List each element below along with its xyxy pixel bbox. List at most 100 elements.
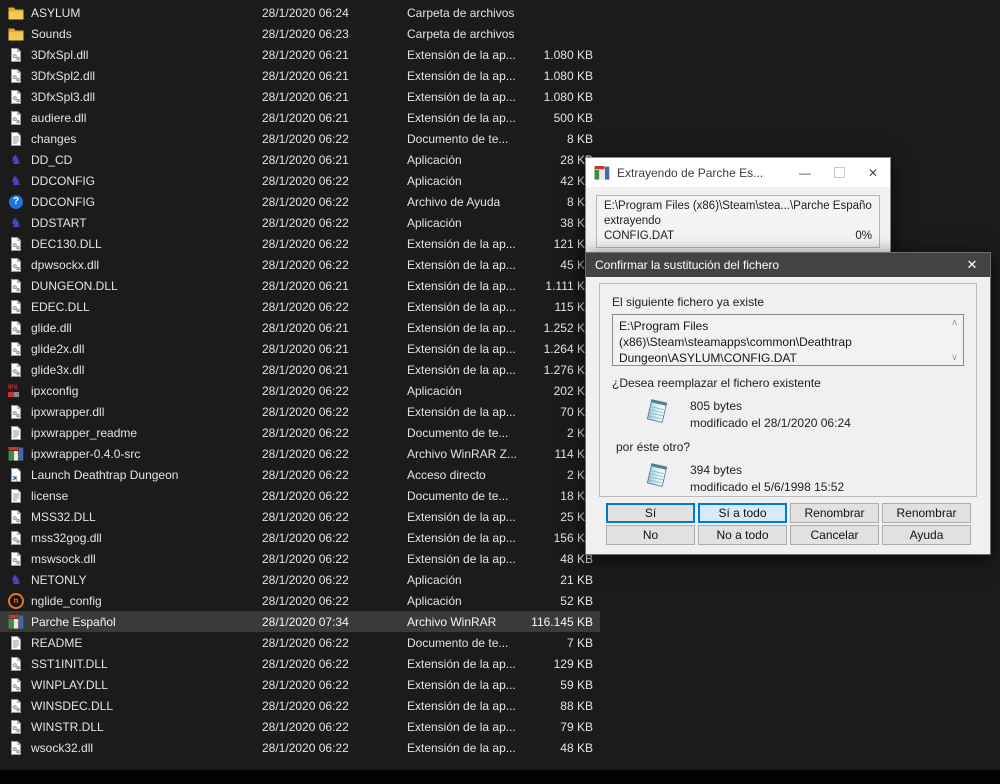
file-row[interactable]: mswsock.dll 28/1/2020 06:22 Extensión de l… (0, 548, 600, 569)
confirm-dialog-body: El siguiente fichero ya existe E:\Progra… (586, 277, 990, 554)
file-name-cell: Launch Deathtrap Dungeon (0, 467, 262, 483)
existing-file-modified: modificado el 28/1/2020 06:24 (690, 416, 851, 430)
file-name-cell: WINSTR.DLL (0, 719, 262, 735)
file-date: 28/1/2020 06:21 (262, 320, 349, 335)
dll-file-icon (8, 110, 24, 126)
file-row[interactable]: 3DfxSpl2.dll 28/1/2020 06:21 Extensión de … (0, 65, 600, 86)
dll-file-icon (8, 236, 24, 252)
scroll-down-icon[interactable]: ∨ (951, 353, 958, 362)
file-row[interactable]: WINPLAY.DLL 28/1/2020 06:22 Extensión de l… (0, 674, 600, 695)
file-size: 28 KB (560, 152, 593, 167)
dll-file-icon (8, 278, 24, 294)
path-scrollbar[interactable]: ∧ ∨ (946, 315, 963, 365)
winrar-titlebar[interactable]: Extrayendo de Parche Es... — ✕ (586, 158, 890, 187)
help-button[interactable]: Ayuda (882, 525, 971, 545)
file-name: NETONLY (31, 572, 87, 587)
file-row[interactable]: MSS32.DLL 28/1/2020 06:22 Extensión de la … (0, 506, 600, 527)
file-row[interactable]: Launch Deathtrap Dungeon 28/1/2020 06:22 A… (0, 464, 600, 485)
notepad-file-icon (642, 461, 672, 494)
file-date: 28/1/2020 06:22 (262, 425, 349, 440)
file-row[interactable]: audiere.dll 28/1/2020 06:21 Extensión de l… (0, 107, 600, 128)
file-name-cell: ♞ DDSTART (0, 215, 262, 231)
file-name: mswsock.dll (31, 551, 96, 566)
close-icon[interactable]: ✕ (954, 253, 990, 277)
file-type: Extensión de la ap... (407, 719, 516, 734)
file-name: WINSDEC.DLL (31, 698, 114, 713)
file-type: Aplicación (407, 152, 462, 167)
dll-file-icon (8, 257, 24, 273)
yes-to-all-button[interactable]: Sí a todo (698, 503, 787, 523)
file-row[interactable]: ASYLUM 28/1/2020 06:24 Carpeta de archivos (0, 2, 600, 23)
file-row[interactable]: ♞ DDSTART 28/1/2020 06:22 Aplicación 38 KB (0, 212, 600, 233)
file-date: 28/1/2020 06:21 (262, 341, 349, 356)
file-row[interactable]: glide3x.dll 28/1/2020 06:21 Extensión de l… (0, 359, 600, 380)
file-date: 28/1/2020 06:22 (262, 173, 349, 188)
file-row[interactable]: SST1INIT.DLL 28/1/2020 06:22 Extensión de … (0, 653, 600, 674)
file-type: Aplicación (407, 383, 462, 398)
rename-button[interactable]: Renombrar (790, 503, 879, 523)
no-button[interactable]: No (606, 525, 695, 545)
file-row[interactable]: Sounds 28/1/2020 06:23 Carpeta de archivos (0, 23, 600, 44)
textdoc-file-icon (8, 131, 24, 147)
rename-all-button[interactable]: Renombrar todos (882, 503, 971, 538)
file-row[interactable]: n nglide_config 28/1/2020 06:22 Aplicación 5… (0, 590, 600, 611)
file-name-cell: DEC130.DLL (0, 236, 262, 252)
file-row[interactable]: DEC130.DLL 28/1/2020 06:22 Extensión de la… (0, 233, 600, 254)
file-row[interactable]: ? DDCONFIG 28/1/2020 06:22 Archivo de Ayuda… (0, 191, 600, 212)
file-name: DD_CD (31, 152, 73, 167)
file-name-cell: wsock32.dll (0, 740, 262, 756)
file-row[interactable]: ♞ DDCONFIG 28/1/2020 06:22 Aplicación 42 KB (0, 170, 600, 191)
close-icon[interactable]: ✕ (856, 158, 890, 187)
file-row[interactable]: ♞ NETONLY 28/1/2020 06:22 Aplicación 21 KB (0, 569, 600, 590)
dll-file-icon (8, 320, 24, 336)
file-row[interactable]: changes 28/1/2020 06:22 Documento de te...… (0, 128, 600, 149)
file-row[interactable]: license 28/1/2020 06:22 Documento de te...… (0, 485, 600, 506)
file-row[interactable]: ipxwrapper-0.4.0-src 28/1/2020 06:22 Archi… (0, 443, 600, 464)
confirm-titlebar[interactable]: Confirmar la sustitución del fichero ✕ (586, 253, 990, 277)
file-row[interactable]: ipxwrapper_readme 28/1/2020 06:22 Document… (0, 422, 600, 443)
file-type: Documento de te... (407, 131, 509, 146)
existing-path-box[interactable]: E:\Program Files (x86)\Steam\steamapps\c… (612, 314, 964, 366)
file-row[interactable]: glide.dll 28/1/2020 06:21 Extensión de la … (0, 317, 600, 338)
file-name: ipxwrapper-0.4.0-src (31, 446, 141, 461)
file-row[interactable]: Parche Español 28/1/2020 07:34 Archivo Win… (0, 611, 600, 632)
file-row[interactable]: WINSTR.DLL 28/1/2020 06:22 Extensión de la… (0, 716, 600, 737)
file-size: 115 KB (554, 299, 593, 314)
extraction-percent: 0% (855, 230, 872, 242)
yes-button[interactable]: Sí (606, 503, 695, 523)
dll-file-icon (8, 677, 24, 693)
file-row[interactable]: 3DfxSpl.dll 28/1/2020 06:21 Extensión de l… (0, 44, 600, 65)
file-date: 28/1/2020 06:22 (262, 572, 349, 587)
file-row[interactable]: WINSDEC.DLL 28/1/2020 06:22 Extensión de l… (0, 695, 600, 716)
file-list: ASYLUM 28/1/2020 06:24 Carpeta de archivos… (0, 2, 600, 758)
file-row[interactable]: 3DfxSpl3.dll 28/1/2020 06:21 Extensión de … (0, 86, 600, 107)
file-row[interactable]: ♞ DD_CD 28/1/2020 06:21 Aplicación 28 KB (0, 149, 600, 170)
file-name-cell: MSS32.DLL (0, 509, 262, 525)
file-size: 1.080 KB (543, 89, 593, 104)
file-date: 28/1/2020 06:22 (262, 698, 349, 713)
no-to-all-button[interactable]: No a todo (698, 525, 787, 545)
file-row[interactable]: IPX ipxconfig 28/1/2020 06:22 Aplicación 202… (0, 380, 600, 401)
scroll-up-icon[interactable]: ∧ (951, 318, 958, 327)
file-type: Extensión de la ap... (407, 677, 516, 692)
file-row[interactable]: README 28/1/2020 06:22 Documento de te... 7… (0, 632, 600, 653)
file-date: 28/1/2020 06:21 (262, 278, 349, 293)
file-type: Extensión de la ap... (407, 509, 516, 524)
file-name-cell: WINPLAY.DLL (0, 677, 262, 693)
file-row[interactable]: dpwsockx.dll 28/1/2020 06:22 Extensión de … (0, 254, 600, 275)
textdoc-file-icon (8, 635, 24, 651)
file-type: Documento de te... (407, 488, 509, 503)
file-row[interactable]: glide2x.dll 28/1/2020 06:21 Extensión de l… (0, 338, 600, 359)
file-row[interactable]: ipxwrapper.dll 28/1/2020 06:22 Extensión d… (0, 401, 600, 422)
file-size: 79 KB (560, 719, 593, 734)
file-row[interactable]: wsock32.dll 28/1/2020 06:22 Extensión de l… (0, 737, 600, 758)
explorer-window: ASYLUM 28/1/2020 06:24 Carpeta de archivos… (0, 0, 1000, 784)
file-date: 28/1/2020 06:22 (262, 467, 349, 482)
file-row[interactable]: EDEC.DLL 28/1/2020 06:22 Extensión de la a… (0, 296, 600, 317)
file-date: 28/1/2020 06:21 (262, 89, 349, 104)
minimize-icon[interactable]: — (788, 158, 822, 187)
file-row[interactable]: mss32gog.dll 28/1/2020 06:22 Extensión de … (0, 527, 600, 548)
file-date: 28/1/2020 06:22 (262, 194, 349, 209)
file-row[interactable]: DUNGEON.DLL 28/1/2020 06:21 Extensión de l… (0, 275, 600, 296)
cancel-button[interactable]: Cancelar (790, 525, 879, 545)
